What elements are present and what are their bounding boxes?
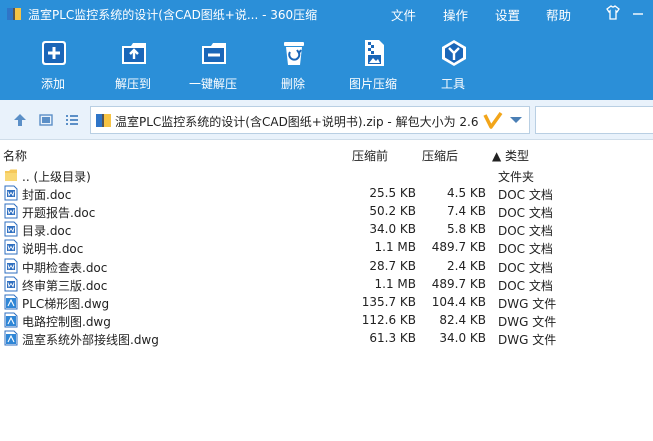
address-path: 温室PLC监控系统的设计(含CAD图纸+说明书).zip - 解包大小为 2.6… [115,115,480,129]
window-title: 温室PLC监控系统的设计(含CAD图纸+说... - 360压缩 [28,8,318,22]
file-name: 终审第三版.doc [22,278,108,293]
column-packed-size[interactable]: 压缩前 [352,147,388,164]
extract-to-button[interactable]: 解压到 [101,38,165,94]
file-name: 开题报告.doc [22,206,96,221]
folder-icon [5,169,17,181]
dropdown-arrow-icon[interactable] [509,115,523,125]
image-compress-icon [365,40,384,66]
extract-to-icon [122,43,146,64]
word-doc-icon [4,185,18,201]
file-type: DWG 文件 [498,332,557,347]
minimize-icon[interactable] [628,2,648,24]
dwg-file-icon [4,294,18,310]
menu-settings[interactable]: 设置 [495,5,520,24]
file-type: DOC 文档 [498,224,553,239]
list-view-icon[interactable] [64,112,80,128]
title-bar: 温室PLC监控系统的设计(含CAD图纸+说... - 360压缩 文件 操作 设… [0,0,653,28]
zip-file-icon [96,114,111,127]
file-row[interactable]: 终审第三版.doc 1.1 MB 489.7 KB DOC 文档 [0,275,653,293]
word-doc-icon [4,203,18,219]
file-name: 温室系统外部接线图.dwg [22,332,159,347]
file-row[interactable]: 目录.doc 34.0 KB 5.8 KB DOC 文档 [0,220,653,238]
tools-label: 工具 [440,77,465,91]
image-compress-label: 图片压缩 [348,77,397,91]
menu-operation[interactable]: 操作 [443,5,468,24]
one-click-extract-icon [202,43,226,64]
column-header: 名称 压缩前 压缩后 ▲ 类型 [0,141,653,165]
file-unpacked-size: 489.7 KB [431,240,486,255]
file-name: 说明书.doc [22,242,84,257]
file-unpacked-size: 34.0 KB [439,330,486,345]
column-type[interactable]: ▲ 类型 [492,147,529,164]
file-row[interactable]: 中期检查表.doc 28.7 KB 2.4 KB DOC 文档 [0,257,653,275]
file-name: 电路控制图.dwg [22,314,111,329]
dwg-file-icon [4,330,18,346]
file-row[interactable]: .. (上级目录) 文件夹 [0,166,653,184]
tools-button[interactable]: 工具 [421,38,485,94]
file-name: 目录.doc [22,224,72,239]
file-row[interactable]: PLC梯形图.dwg 135.7 KB 104.4 KB DWG 文件 [0,293,653,311]
one-click-extract-button[interactable]: 一键解压 [181,38,245,94]
file-row[interactable]: 开题报告.doc 50.2 KB 7.4 KB DOC 文档 [0,202,653,220]
file-type: DWG 文件 [498,296,557,311]
dwg-file-icon [4,312,18,328]
file-name: .. (上级目录) [22,170,91,184]
add-archive-icon [42,41,66,65]
file-unpacked-size: 4.5 KB [447,186,486,201]
file-type: DOC 文档 [498,188,553,203]
column-unpacked-size[interactable]: 压缩后 [422,147,458,164]
file-name: PLC梯形图.dwg [22,296,110,311]
add-button[interactable]: 添加 [21,38,85,94]
delete-button[interactable]: 删除 [261,38,325,94]
skin-shirt-icon[interactable] [603,2,623,24]
thumbnail-view-icon[interactable] [38,112,54,128]
file-type: DWG 文件 [498,314,557,329]
column-name[interactable]: 名称 [3,147,27,164]
file-type: DOC 文档 [498,242,553,257]
file-unpacked-size: 7.4 KB [447,204,486,219]
word-doc-icon [4,239,18,255]
word-doc-icon [4,258,18,273]
search-input[interactable] [535,106,653,134]
check-mark-icon [483,111,503,129]
zip-app-logo-icon [7,8,21,20]
file-row[interactable]: 封面.doc 25.5 KB 4.5 KB DOC 文档 [0,184,653,202]
file-type: DOC 文档 [498,278,553,293]
file-type: DOC 文档 [498,260,553,275]
delete-label: 删除 [280,77,305,91]
file-name: 封面.doc [22,188,72,203]
image-compress-button[interactable]: 图片压缩 [341,38,405,94]
file-type: 文件夹 [498,170,535,184]
tools-icon [442,40,466,66]
file-type: DOC 文档 [498,206,553,221]
up-arrow-icon[interactable] [12,112,28,128]
file-row[interactable]: 说明书.doc 1.1 MB 489.7 KB DOC 文档 [0,238,653,256]
address-bar[interactable]: 温室PLC监控系统的设计(含CAD图纸+说明书).zip - 解包大小为 2.6… [90,106,530,134]
file-unpacked-size: 2.4 KB [447,258,486,273]
word-doc-icon [4,276,18,292]
file-unpacked-size: 82.4 KB [439,312,486,327]
title-toolbar-band: 温室PLC监控系统的设计(含CAD图纸+说... - 360压缩 文件 操作 设… [0,0,653,100]
file-unpacked-size: 5.8 KB [447,222,486,237]
file-name: 中期检查表.doc [22,260,108,275]
menu-help[interactable]: 帮助 [546,5,571,24]
file-row[interactable]: 电路控制图.dwg 112.6 KB 82.4 KB DWG 文件 [0,311,653,329]
file-unpacked-size: 104.4 KB [431,294,486,309]
delete-icon [284,42,304,65]
word-doc-icon [4,221,18,237]
add-label: 添加 [40,77,65,91]
menu-file[interactable]: 文件 [391,5,416,24]
one-click-extract-label: 一键解压 [188,77,237,91]
file-unpacked-size: 489.7 KB [431,276,486,291]
file-row[interactable]: 温室系统外部接线图.dwg 61.3 KB 34.0 KB DWG 文件 [0,329,653,347]
extract-to-label: 解压到 [114,77,151,91]
